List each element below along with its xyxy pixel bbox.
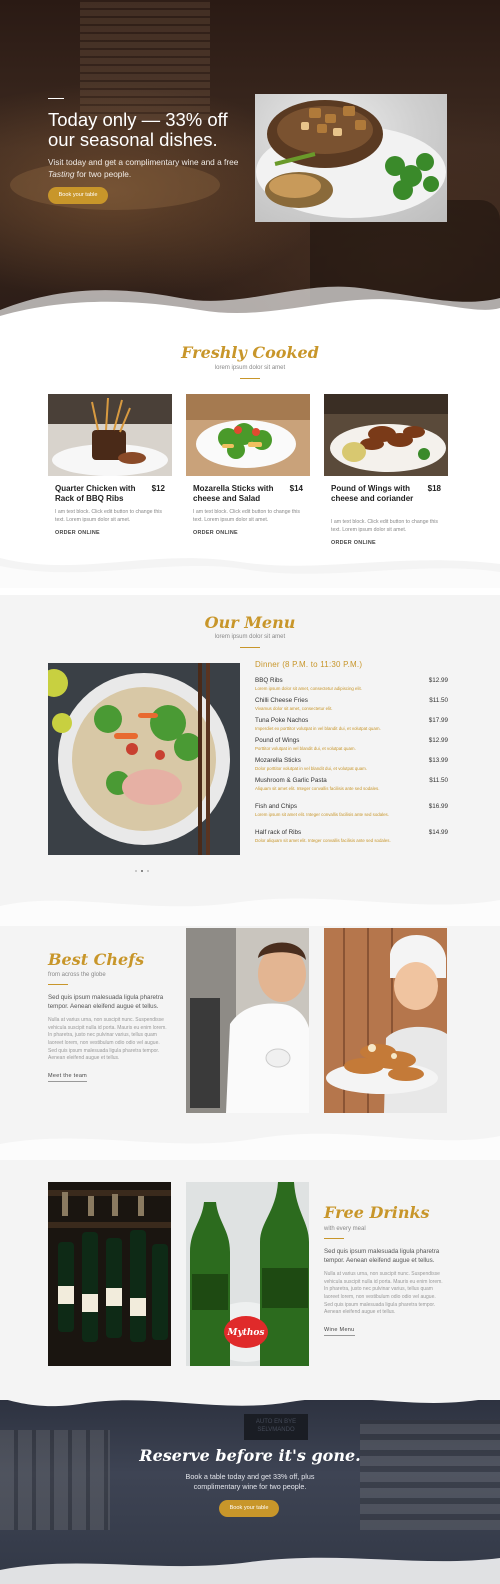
dish-name: Pound of Wings with cheese and coriander (331, 484, 414, 504)
order-online-link[interactable]: ORDER ONLINE (55, 530, 100, 536)
menu-item: Fish and Chips $16.99 Lorem ipsum sit amet… (255, 803, 448, 829)
reserve-subtitle: Book a table today and get 33% off, plus… (185, 1472, 315, 1491)
menu-item-desc: Lorem ipsum sit amet elit. Integer conva… (255, 812, 389, 817)
section-wave-divider (0, 558, 500, 588)
menu-item-price: $11.50 (429, 777, 448, 784)
section-wave-divider (0, 898, 500, 926)
beer-bottles-photo: Mythos (186, 1182, 309, 1366)
order-online-link[interactable]: ORDER ONLINE (193, 530, 238, 536)
dish-description: I am text block. Click edit button to ch… (331, 519, 438, 533)
chefs-lead: Sed quis ipsum malesuada ligula pharetra… (48, 994, 164, 1010)
menu-item-name: Fish and Chips (255, 803, 297, 810)
drinks-text: Sed quis ipsum malesuada ligula pharetra… (324, 1248, 444, 1336)
menu-item-price: $11.50 (429, 697, 448, 704)
hero-title: Today only — 33% off our seasonal dishes… (48, 109, 228, 150)
chef-photo-female (324, 928, 447, 1113)
dish-card: Pound of Wings with cheese and coriander… (324, 394, 448, 556)
menu-item-name: Tuna Poke Nachos (255, 717, 309, 724)
drinks-title: Free Drinks (324, 1203, 430, 1222)
reserve-wave-top (0, 1384, 500, 1407)
reserve-book-button[interactable]: Book your table (219, 1500, 279, 1517)
menu-item: Chilli Cheese Fries $11.50 Vivamus dolor s… (255, 697, 448, 717)
dish-price: $14 (289, 484, 303, 493)
drinks-body: Nulla at varius urna, non suscipit nunc.… (324, 1271, 443, 1316)
menu-item-name: Mozarella Sticks (255, 757, 301, 764)
dish-description: I am text block. Click edit button to ch… (193, 509, 300, 523)
menu-item-price: $14.99 (428, 829, 448, 836)
drinks-underline (324, 1238, 344, 1239)
menu-item: Tuna Poke Nachos $17.99 Imperdiet ex portt… (255, 717, 448, 737)
hero-divider (48, 98, 64, 99)
fresh-title: Freshly Cooked (181, 343, 319, 362)
dish-image (186, 394, 310, 476)
dish-name: Mozarella Sticks with cheese and Salad (193, 484, 274, 504)
hero-wave-divider (0, 286, 500, 330)
menu-item-desc: Dolor porttitor volutpat in vel blandit … (255, 766, 368, 771)
menu-bowl-image (48, 663, 240, 855)
drinks-subtitle: with every meal (324, 1226, 366, 1232)
menu-item: Pound of Wings $12.99 Porttitor volutpat i… (255, 737, 448, 757)
chef-photo-male (186, 928, 309, 1113)
dish-price: $12 (151, 484, 165, 493)
dish-name: Quarter Chicken with Rack of BBQ Ribs (55, 484, 136, 504)
brick-wall-backdrop (80, 0, 210, 120)
menu-item-price: $12.99 (428, 677, 448, 684)
menu-item-desc: Vivamus dolor sit amet, consectetur elit… (255, 706, 333, 711)
menu-item-desc: Porttitor volutpat in vel blandit dui, e… (255, 746, 356, 751)
menu-item-name: Chilli Cheese Fries (255, 697, 308, 704)
section-wave-divider (0, 1133, 500, 1160)
menu-tagline: lorem ipsum dolor sit amet (214, 634, 286, 640)
menu-item: Half rack of Ribs $14.99 Dolor aliquam sit… (255, 829, 448, 855)
reserve-title: Reserve before it's gone. (139, 1446, 361, 1465)
dish-card: Mozarella Sticks with cheese and Salad $… (186, 394, 310, 556)
dish-description: I am text block. Click edit button to ch… (55, 509, 162, 523)
page: Today only — 33% off our seasonal dishes… (0, 0, 500, 1584)
wine-bottles-photo (48, 1182, 171, 1366)
menu-heading: Dinner (8 P.M. to 11:30 P.M.) (255, 660, 363, 669)
dish-image (48, 394, 172, 476)
bottle-label: Mythos (227, 1328, 265, 1338)
chefs-subtitle: from across the globe (48, 972, 106, 978)
chefs-underline (48, 984, 68, 985)
drinks-lead: Sed quis ipsum malesuada ligula pharetra… (324, 1248, 440, 1264)
fresh-underline (240, 378, 260, 379)
chefs-body: Nulla at varius urna, non suscipit nunc.… (48, 1017, 167, 1062)
shelf-backdrop (360, 1420, 500, 1530)
order-online-link[interactable]: ORDER ONLINE (331, 540, 376, 546)
menu-item-price: $12.99 (428, 737, 448, 744)
menu-item: Mozarella Sticks $13.99 Dolor porttitor vo… (255, 757, 448, 777)
menu-item-price: $13.99 (428, 757, 448, 764)
dish-image (324, 394, 448, 476)
book-table-button[interactable]: Book your table (48, 187, 108, 204)
menu-item-desc: Lorem ipsum dolor sit amet, consectetur … (255, 686, 362, 691)
chefs-title: Best Chefs (48, 950, 145, 969)
dish-cards: Quarter Chicken with Rack of BBQ Ribs $1… (48, 394, 448, 556)
menu-item-desc: Dolor aliquam sit amet elit. Integer con… (255, 838, 391, 843)
menu-item-desc: Aliquam sit amet elit. Integer convallis… (255, 786, 380, 791)
menu-title: Our Menu (204, 613, 296, 632)
menu-item-price: $16.99 (428, 803, 448, 810)
fresh-tagline: lorem ipsum dolor sit amet (214, 365, 286, 371)
dinner-menu: Dinner (8 P.M. to 11:30 P.M.) BBQ Ribs $1… (255, 660, 448, 855)
meet-team-link[interactable]: Meet the team (48, 1073, 88, 1082)
menu-item-name: BBQ Ribs (255, 677, 283, 684)
menu-item-name: Pound of Wings (255, 737, 300, 744)
hero-subtitle: Visit today and get a complimentary wine… (48, 157, 239, 179)
menu-underline (240, 647, 260, 648)
reserve-wave-bottom (0, 1557, 500, 1584)
menu-item: BBQ Ribs $12.99 Lorem ipsum dolor sit amet… (255, 677, 448, 697)
menu-item: Mushroom & Garlic Pasta $11.50 Aliquam sit… (255, 777, 448, 803)
dish-price: $18 (427, 484, 441, 493)
menu-item-name: Mushroom & Garlic Pasta (255, 777, 327, 784)
menu-item-price: $17.99 (428, 717, 448, 724)
menu-item-desc: Imperdiet ex porttitor volutpat in vel b… (255, 726, 381, 731)
shelf-backdrop (0, 1430, 110, 1530)
dish-card: Quarter Chicken with Rack of BBQ Ribs $1… (48, 394, 172, 556)
menu-item-name: Half rack of Ribs (255, 829, 302, 836)
chefs-text: Sed quis ipsum malesuada ligula pharetra… (48, 994, 168, 1082)
hero-dish-image (255, 94, 447, 222)
wine-menu-link[interactable]: Wine Menu (324, 1327, 355, 1336)
slider-dots[interactable] (135, 859, 155, 872)
